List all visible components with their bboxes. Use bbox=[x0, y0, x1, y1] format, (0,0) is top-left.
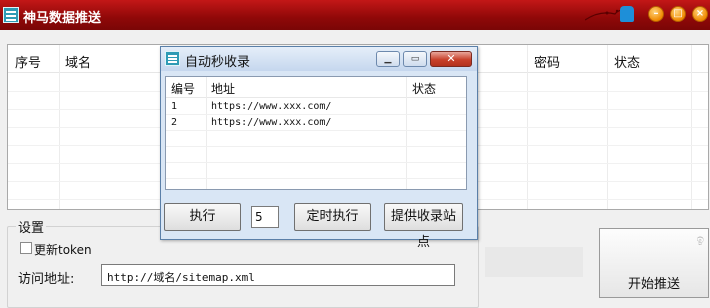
url-input[interactable]: http://域名/sitemap.xml bbox=[101, 264, 455, 286]
column-header-password[interactable]: 密码 bbox=[534, 52, 560, 71]
update-token-checkbox[interactable] bbox=[20, 242, 32, 254]
column-header-domain[interactable]: 域名 bbox=[65, 52, 91, 71]
side-panel bbox=[485, 247, 583, 277]
minimize-icon[interactable]: – bbox=[648, 6, 664, 22]
timed-execute-button[interactable]: 定时执行 bbox=[294, 203, 371, 231]
dialog-minimize-icon[interactable]: ▁ bbox=[376, 51, 400, 67]
settings-group-title: 设置 bbox=[16, 217, 47, 236]
row-id: 1 bbox=[171, 101, 178, 112]
row-url: https://www.xxx.com/ bbox=[211, 101, 332, 112]
url-label: 访问地址: bbox=[18, 272, 75, 287]
site-list[interactable]: 编号 地址 状态 1 https://www.xxx.com/ 2 https:… bbox=[165, 76, 467, 190]
column-header-index[interactable]: 序号 bbox=[15, 52, 41, 71]
provide-site-button[interactable]: 提供收录站点 bbox=[384, 203, 463, 250]
app-logo-icon bbox=[3, 7, 19, 23]
start-push-button[interactable]: ඉ 开始推送 bbox=[599, 228, 709, 298]
skin-icon[interactable] bbox=[620, 6, 634, 22]
column-header-state[interactable]: 状态 bbox=[412, 80, 436, 97]
dialog-title: 自动秒收录 bbox=[185, 55, 251, 70]
column-header-url[interactable]: 地址 bbox=[211, 80, 235, 97]
swirl-decoration-icon: ඉ bbox=[696, 232, 704, 246]
dialog-titlebar: 自动秒收录 ▁ ▭ ✕ bbox=[161, 47, 477, 71]
update-token-label[interactable]: 更新token bbox=[34, 241, 92, 258]
execute-button[interactable]: 执行 bbox=[164, 203, 241, 231]
row-id: 2 bbox=[171, 117, 178, 128]
interval-input[interactable]: 5 bbox=[251, 206, 279, 228]
auto-index-dialog: 自动秒收录 ▁ ▭ ✕ 编号 地址 状态 1 https://www.xxx.c… bbox=[160, 46, 478, 250]
main-titlebar: 神马数据推送 – □ × bbox=[0, 0, 710, 30]
dialog-logo-icon bbox=[165, 51, 180, 66]
dialog-close-icon[interactable]: ✕ bbox=[430, 51, 472, 67]
site-list-header: 编号 地址 状态 bbox=[166, 77, 466, 98]
column-header-number[interactable]: 编号 bbox=[171, 80, 195, 97]
close-icon[interactable]: × bbox=[692, 6, 708, 22]
column-header-status[interactable]: 状态 bbox=[614, 52, 640, 71]
dialog-maximize-icon[interactable]: ▭ bbox=[403, 51, 427, 67]
row-url: https://www.xxx.com/ bbox=[211, 117, 332, 128]
decorative-branch bbox=[585, 9, 625, 21]
window-title: 神马数据推送 bbox=[23, 11, 102, 26]
start-push-label: 开始推送 bbox=[628, 277, 681, 292]
maximize-icon[interactable]: □ bbox=[670, 6, 686, 22]
